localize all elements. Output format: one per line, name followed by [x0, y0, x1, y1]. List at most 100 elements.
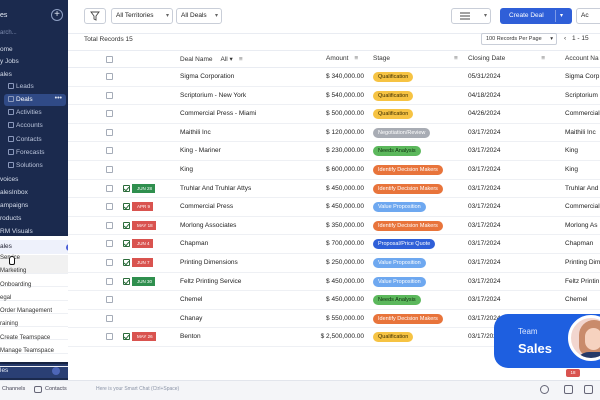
table-row[interactable]: APR 9 Commercial Press $ 450,000.00 Value P…	[68, 198, 600, 217]
row-checkbox[interactable]	[106, 184, 113, 192]
table-row[interactable]: Sigma Corporation $ 340,000.00 Qualificati…	[68, 68, 600, 87]
sidebar-item-my-jobs[interactable]: y Jobs	[0, 58, 19, 65]
sidebar-item-salesinbox[interactable]: alesInbox	[0, 189, 28, 196]
row-checkbox[interactable]	[106, 333, 113, 341]
table-row[interactable]: King - Mariner $ 230,000.00 Needs Analysis…	[68, 142, 600, 161]
row-checkbox[interactable]	[106, 277, 113, 285]
chevron-down-icon[interactable]: ▾	[560, 8, 563, 24]
row-checkbox[interactable]	[106, 166, 113, 173]
account-name-link[interactable]: Commercial	[565, 110, 600, 117]
sidebar-item-campaigns[interactable]: ampaigns	[0, 202, 28, 209]
sidebar-item-solutions[interactable]: Solutions	[8, 162, 43, 169]
view-mode-button[interactable]: ▾	[451, 8, 491, 24]
sidebar-item-activities[interactable]: Activities	[8, 109, 42, 116]
account-name-link[interactable]: Sigma Corp	[565, 73, 599, 80]
row-checkbox[interactable]	[106, 203, 113, 211]
column-menu-icon[interactable]: ≡	[454, 55, 458, 62]
sidebar-item-contacts[interactable]: Contacts	[8, 136, 42, 143]
task-checkbox[interactable]	[123, 221, 130, 229]
task-checkbox[interactable]	[123, 184, 130, 192]
contacts-link[interactable]: Contacts	[45, 386, 67, 392]
sidebar-item-invoices[interactable]: voices	[0, 176, 18, 183]
bot-icon[interactable]	[540, 385, 549, 394]
filter-button[interactable]	[84, 8, 106, 24]
table-row[interactable]: JUN 7 Printing Dimensions $ 250,000.00 Valu…	[68, 254, 600, 273]
deal-name-link[interactable]: King - Mariner	[180, 147, 221, 154]
task-checkbox[interactable]	[123, 203, 130, 211]
settings-icon[interactable]	[584, 385, 593, 394]
table-row[interactable]: JUN 30 Feltz Printing Service $ 450,000.00…	[68, 273, 600, 292]
deal-name-link[interactable]: Chanay	[180, 315, 202, 322]
more-options-icon[interactable]: •••	[55, 95, 62, 102]
actions-button[interactable]: Ac	[576, 8, 600, 24]
deal-name-link[interactable]: Commercial Press - Miami	[180, 110, 256, 117]
table-row[interactable]: Commercial Press - Miami $ 500,000.00 Qual…	[68, 105, 600, 124]
row-checkbox[interactable]	[106, 73, 113, 80]
account-name-link[interactable]: Truhlar And	[565, 185, 598, 192]
column-amount[interactable]: Amount ≡	[326, 55, 358, 62]
select-all-checkbox[interactable]	[106, 56, 113, 63]
account-name-link[interactable]: Chemel	[565, 296, 587, 303]
notification-badge[interactable]: 18	[566, 369, 580, 377]
deal-name-link[interactable]: Chapman	[180, 240, 208, 247]
row-checkbox[interactable]	[106, 147, 113, 155]
row-checkbox[interactable]	[106, 221, 113, 229]
account-name-link[interactable]: Maithili Inc	[565, 129, 596, 136]
deal-name-link[interactable]: Printing Dimensions	[180, 259, 238, 266]
records-per-page-select[interactable]: 100 Records Per Page ▾	[481, 33, 557, 45]
table-row[interactable]: King $ 600,000.00 Identify Decision Makers…	[68, 161, 600, 180]
account-name-link[interactable]: King	[565, 147, 578, 154]
table-row[interactable]: Chemel $ 450,000.00 Needs Analysis 03/17/20…	[68, 291, 600, 310]
task-checkbox[interactable]	[123, 259, 130, 266]
sidebar-item-home[interactable]: ome	[0, 46, 13, 53]
chevron-up-icon[interactable]	[52, 367, 60, 375]
account-name-link[interactable]: Commercial	[565, 203, 600, 210]
channels-link[interactable]: Channels	[2, 386, 25, 392]
territory-select[interactable]: All Territories ▾	[111, 8, 173, 24]
sidebar-item-products[interactable]: roducts	[0, 215, 21, 222]
column-menu-icon[interactable]: ≡	[541, 55, 545, 62]
sidebar-item-leads[interactable]: Leads	[8, 83, 34, 90]
sidebar-item-crm-visuals[interactable]: RM Visuals	[0, 228, 33, 235]
sidebar-item-accounts[interactable]: Accounts	[8, 122, 43, 129]
task-checkbox[interactable]	[123, 333, 130, 341]
column-deal-name[interactable]: Deal Name All ▾ ≡	[180, 55, 243, 63]
sidebar-item-sales[interactable]: ales	[0, 71, 12, 78]
account-name-link[interactable]: Feltz Printin	[565, 278, 599, 285]
row-checkbox[interactable]	[106, 296, 113, 304]
table-row[interactable]: JUN 4 Chapman $ 700,000.00 Proposal/Price Q…	[68, 235, 600, 254]
sidebar-item-forecasts[interactable]: Forecasts	[8, 149, 45, 156]
row-checkbox[interactable]	[106, 314, 113, 322]
view-select[interactable]: All Deals ▾	[176, 8, 222, 24]
sidebar-search[interactable]: arch...	[0, 30, 17, 36]
table-row[interactable]: Scriptorium - New York $ 540,000.00 Qualif…	[68, 87, 600, 106]
column-menu-icon[interactable]: ≡	[239, 56, 243, 63]
task-checkbox[interactable]	[123, 240, 130, 248]
smart-chat-input[interactable]: Here is your Smart Chat (Ctrl+Space)	[96, 386, 179, 392]
row-checkbox[interactable]	[106, 240, 113, 248]
table-row[interactable]: Maithili Inc $ 120,000.00 Negotiation/Revi…	[68, 124, 600, 143]
deal-name-link[interactable]: Morlong Associates	[180, 222, 236, 229]
account-name-link[interactable]: Chapman	[565, 240, 593, 247]
table-row[interactable]: MAY 18 Morlong Associates $ 350,000.00 Iden…	[68, 217, 600, 236]
task-checkbox[interactable]	[123, 277, 130, 285]
account-name-link[interactable]: King	[565, 166, 578, 173]
notifications-icon[interactable]	[564, 385, 573, 394]
row-checkbox[interactable]	[106, 91, 113, 99]
column-account-name[interactable]: Account Na	[565, 55, 599, 62]
deal-name-link[interactable]: Maithili Inc	[180, 129, 211, 136]
deal-name-link[interactable]: Benton	[180, 333, 201, 340]
account-name-link[interactable]: Morlong As	[565, 222, 598, 229]
account-name-link[interactable]: Printing Dim	[565, 259, 600, 266]
prev-page-icon[interactable]: ‹	[564, 35, 566, 42]
deal-name-link[interactable]: Chemel	[180, 296, 202, 303]
account-name-link[interactable]: Scriptorium	[565, 92, 598, 99]
deal-name-link[interactable]: Sigma Corporation	[180, 73, 234, 80]
add-icon[interactable]: +	[51, 9, 63, 21]
deal-name-link[interactable]: King	[180, 166, 193, 173]
column-stage[interactable]: Stage ≡	[373, 55, 458, 62]
row-checkbox[interactable]	[106, 259, 113, 266]
column-closing-date[interactable]: Closing Date ≡	[468, 55, 545, 62]
deal-name-link[interactable]: Commercial Press	[180, 203, 233, 210]
sidebar-item-deals[interactable]: Deals	[8, 96, 33, 103]
